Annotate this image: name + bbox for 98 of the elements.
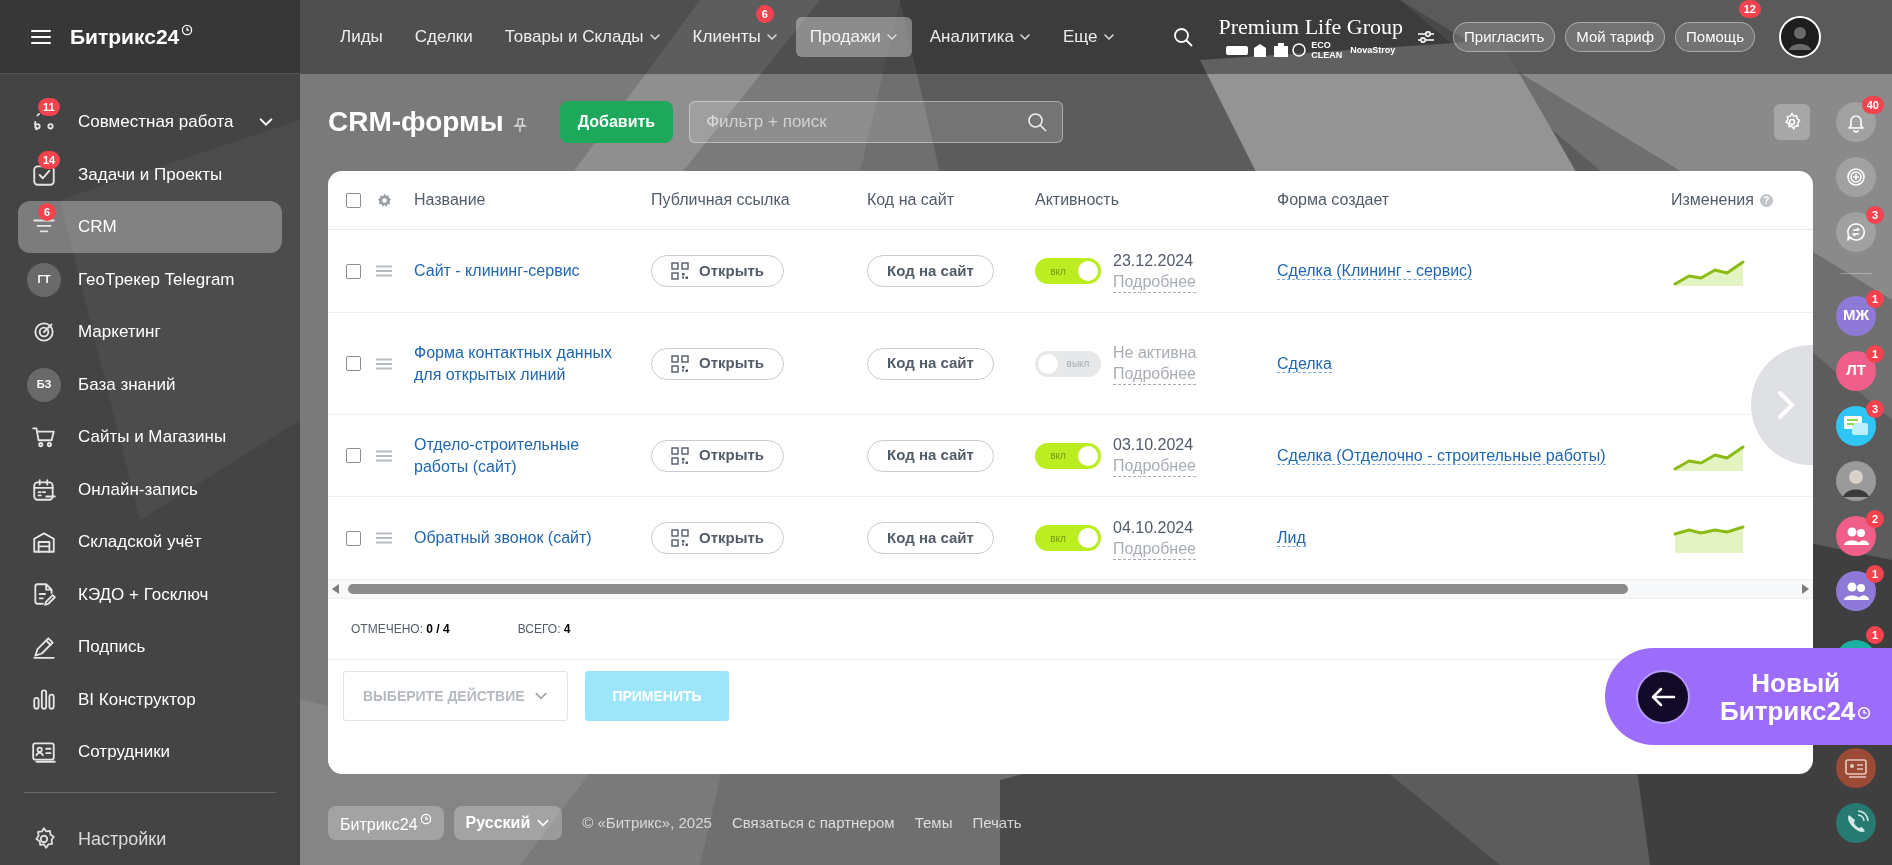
drag-handle-icon[interactable] [375,265,393,277]
sidebar-item[interactable]: КЭДО + Госключ [18,568,282,621]
footer-link[interactable]: Темы [914,811,953,835]
sidebar-item[interactable]: БЗ База знаний [18,358,282,411]
entity-link[interactable]: Сделка (Отделочно - строительные работы) [1277,446,1606,465]
qr-code-icon [670,262,689,280]
chat-bubbles-icon[interactable] [1836,405,1876,446]
total-count: ВСЕГО: 4 [517,621,571,638]
group-chat-icon[interactable] [1836,570,1876,611]
nav-tab[interactable]: Сделки [400,17,487,57]
sidebar-item[interactable]: Сотрудники [18,725,282,779]
pin-icon[interactable] [511,117,528,133]
chat-button[interactable] [1836,211,1876,252]
entity-link[interactable]: Лид [1277,529,1306,547]
phone-icon[interactable] [1836,802,1876,843]
column-header[interactable]: Активность [1035,188,1119,212]
checkbox[interactable] [346,530,361,546]
logo[interactable]: Битрикс24 [70,20,180,53]
header-button[interactable]: Мой тариф [1565,22,1666,52]
form-link[interactable]: Отдело-строительные работы (сайт) [414,433,621,478]
settings-item[interactable]: Настройки [18,813,282,865]
form-link[interactable]: Сайт - клининг-сервис [414,260,621,282]
header-button[interactable]: Помощь [1675,22,1755,52]
initials-avatar: БЗ [27,367,61,402]
settings-icon[interactable] [377,192,392,208]
logo-text: ECO CLEAN [1311,40,1344,60]
nav-tab[interactable]: Лиды [326,17,397,57]
sidebar-item[interactable]: Складской учёт [18,515,282,569]
footer-link[interactable]: Печать [972,811,1022,835]
document-pen-icon [31,581,57,608]
add-button[interactable]: Добавить [559,101,674,143]
chevron-right-icon [1777,390,1795,420]
company-name: Premium Life Group [1218,14,1404,40]
sidebar-item[interactable]: ГТ ГеоТрекер Telegram [18,253,282,306]
page-title: CRM-формы [328,105,504,139]
logos-icon [1226,42,1307,58]
footer-link[interactable]: Связаться с партнером [731,811,895,835]
column-header[interactable]: Название [414,188,486,212]
promo-title: Новый [1750,668,1842,697]
drag-handle-icon[interactable] [375,357,393,370]
qr-code-icon [670,446,689,465]
status-text: 03.10.2024 [1113,435,1195,455]
promo-title: Битрикс24 [1720,696,1856,725]
drag-handle-icon[interactable] [375,449,393,462]
group-chat-icon[interactable] [1836,515,1876,556]
promo-banner[interactable]: Новый Битрикс24 [1605,648,1892,745]
scroll-left-icon[interactable] [332,584,340,594]
bar-chart-icon [31,686,57,713]
sidebar-item[interactable]: 6 CRM [18,200,282,254]
header-button[interactable]: Пригласить [1453,22,1556,52]
entity-link[interactable]: Сделка [1277,354,1332,373]
checkbox[interactable] [346,263,361,279]
column-header[interactable]: Код на сайт [867,188,954,212]
clock-icon [1857,705,1872,720]
sidebar-item[interactable]: Подпись [18,620,282,674]
selected-count: ОТМЕЧЕНО: 0 / 4 [351,621,450,638]
menu-icon[interactable] [30,27,52,46]
assistant-button[interactable] [1836,156,1876,197]
form-link[interactable]: Форма контактных данных для открытых линий [414,341,621,386]
calendar-icon [31,476,57,503]
column-header[interactable]: Публичная ссылка [651,188,790,212]
checkbox[interactable] [346,356,361,371]
avatar[interactable] [1778,16,1821,58]
nav-tab[interactable]: Аналитика [915,17,1045,57]
search-icon[interactable] [1172,27,1193,47]
sidebar-item[interactable]: 14 Задачи и Проекты [18,148,282,201]
scrollbar-thumb[interactable] [348,584,1628,594]
nav-tab[interactable]: Еще [1048,17,1129,57]
sidebar-item[interactable]: Сайты и Магазины [18,410,282,464]
scroll-right-icon[interactable] [1801,584,1809,594]
column-header[interactable]: Форма создает [1277,188,1390,212]
status-text: Не активна [1113,343,1197,363]
drag-handle-icon[interactable] [375,532,393,544]
settings-button[interactable] [1774,104,1810,140]
arrow-left-icon [1636,669,1690,724]
nav-tab[interactable]: Продажи [795,17,912,57]
checkbox[interactable] [346,192,361,208]
avatar[interactable] [1836,460,1876,501]
column-header[interactable]: Изменения [1671,188,1754,212]
form-link[interactable]: Обратный звонок (сайт) [414,527,621,549]
sidebar-item[interactable]: BI Конструктор [18,673,282,726]
sidebar-item[interactable]: Маркетинг [18,305,282,359]
nav-tab[interactable]: Товары и Склады [490,17,675,57]
logo-text: NovaStroy [1350,45,1396,55]
qr-code-icon [670,354,689,373]
checkbox[interactable] [346,448,361,463]
initials-avatar: ГТ [27,262,61,297]
sidebar-item[interactable]: Онлайн-запись [18,463,282,516]
status-text: 23.12.2024 [1113,250,1195,271]
contact-card-icon[interactable] [1836,747,1876,788]
clock-icon [181,23,194,36]
sliders-icon[interactable] [1417,29,1436,45]
sidebar-item[interactable]: 11 Совместная работа [18,96,282,149]
copyright: © «Битрикс», 2025 [582,812,712,833]
clock-icon [419,813,432,825]
status-text: 04.10.2024 [1113,517,1195,538]
qr-code-icon [670,529,689,547]
entity-link[interactable]: Сделка (Клининг - сервис) [1277,262,1473,280]
